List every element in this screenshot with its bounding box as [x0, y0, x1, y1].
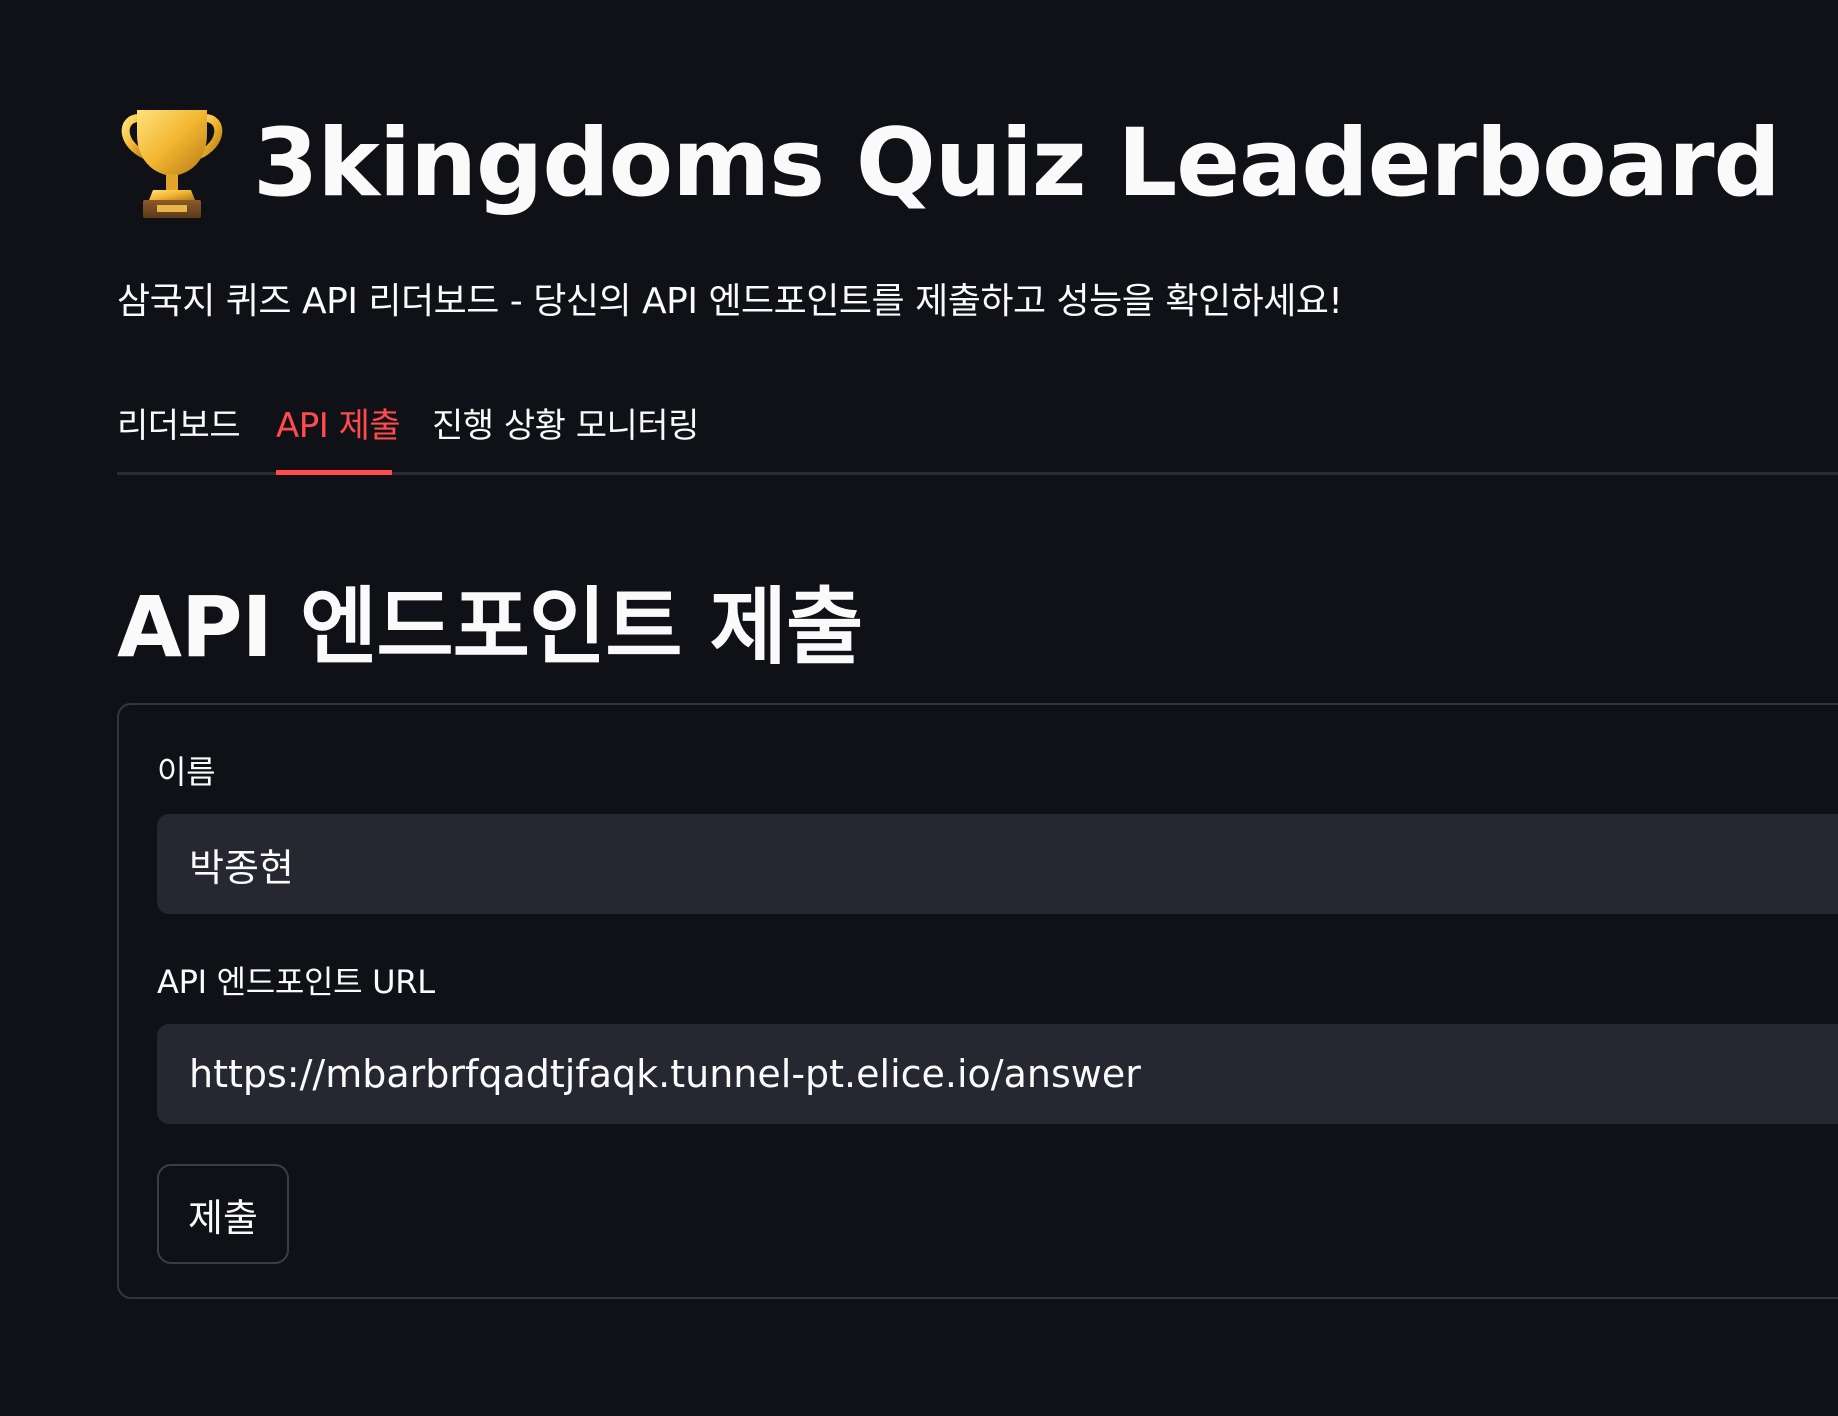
trophy-icon [117, 104, 227, 222]
name-input[interactable]: 박종현 [157, 814, 1838, 914]
page-title: 3kingdoms Quiz Leaderboard [117, 98, 1781, 228]
tab-bar: 리더보드 API 제출 진행 상황 모니터링 [117, 390, 1838, 475]
page-subtitle: 삼국지 퀴즈 API 리더보드 - 당신의 API 엔드포인트를 제출하고 성능… [117, 281, 1343, 322]
tab-api-submit[interactable]: API 제출 [276, 398, 401, 447]
active-tab-indicator [276, 470, 392, 475]
section-heading: API 엔드포인트 제출 [117, 578, 863, 676]
submit-form: 이름 박종현 API 엔드포인트 URL https://mbarbrfqadt… [117, 703, 1838, 1299]
url-field-label: API 엔드포인트 URL [157, 963, 435, 1001]
tab-progress-monitoring[interactable]: 진행 상황 모니터링 [432, 398, 699, 447]
submit-button[interactable]: 제출 [157, 1164, 289, 1264]
app-main: 3kingdoms Quiz Leaderboard 삼국지 퀴즈 API 리더… [117, 0, 1838, 1416]
page-title-text: 3kingdoms Quiz Leaderboard [253, 108, 1781, 218]
tab-leaderboard[interactable]: 리더보드 [117, 398, 241, 447]
url-input[interactable]: https://mbarbrfqadtjfaqk.tunnel-pt.elice… [157, 1024, 1838, 1124]
name-field-label: 이름 [157, 753, 216, 791]
